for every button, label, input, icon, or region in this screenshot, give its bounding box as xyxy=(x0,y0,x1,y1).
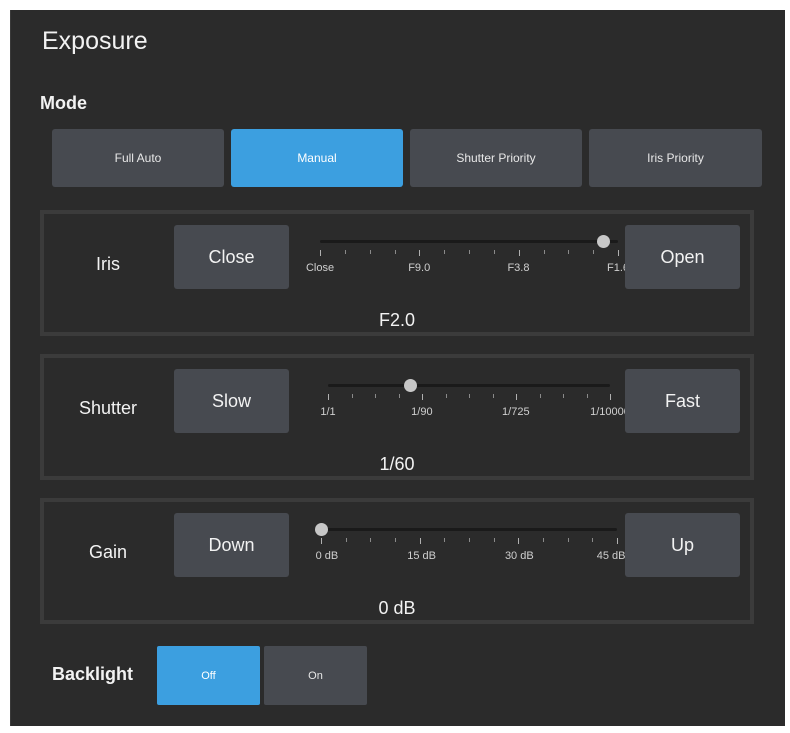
slider-tick xyxy=(617,538,618,544)
iris-close-button[interactable]: Close xyxy=(174,225,289,289)
mode-label: Mode xyxy=(40,93,87,113)
shutter-tick-label: 1/10000 xyxy=(590,406,630,418)
iris-open-button[interactable]: Open xyxy=(625,225,740,289)
slider-tick xyxy=(375,394,376,398)
slider-tick xyxy=(345,538,347,542)
backlight-off-button[interactable]: Off xyxy=(157,646,260,705)
shutter-slider-ticks xyxy=(328,394,611,400)
shutter-value: 1/60 xyxy=(379,454,415,474)
slider-tick xyxy=(398,394,400,398)
iris-group: Iris Close Close F9.0 F3.8 F1.6 Open F2.… xyxy=(40,210,754,336)
slider-tick xyxy=(618,250,619,256)
iris-tick-label: Close xyxy=(305,262,335,274)
slider-tick xyxy=(419,250,421,256)
backlight-label: Backlight xyxy=(52,664,134,684)
gain-slider-track xyxy=(321,528,617,531)
slider-tick xyxy=(395,538,396,542)
slider-tick xyxy=(320,250,321,256)
slider-tick xyxy=(492,394,494,398)
shutter-label: Shutter xyxy=(78,398,138,418)
gain-slider-ticks xyxy=(321,538,618,544)
shutter-tick-label: 1/725 xyxy=(502,406,530,418)
gain-down-button[interactable]: Down xyxy=(174,513,289,577)
iris-tick-label: F9.0 xyxy=(408,262,431,274)
iris-value: F2.0 xyxy=(378,310,416,330)
mode-manual-button[interactable]: Manual xyxy=(231,129,403,187)
backlight-on-button[interactable]: On xyxy=(264,646,367,705)
slider-tick xyxy=(563,394,564,398)
slider-tick xyxy=(321,538,322,544)
slider-tick xyxy=(543,250,545,254)
slider-tick xyxy=(469,394,470,398)
slider-tick xyxy=(344,250,346,254)
gain-tick-label: 15 dB xyxy=(407,550,436,562)
iris-label: Iris xyxy=(96,254,120,274)
shutter-group: Shutter Slow 1/1 1/90 1/725 1/10000 Fast… xyxy=(40,354,754,480)
slider-tick xyxy=(328,394,329,400)
slider-tick xyxy=(539,394,541,398)
shutter-slow-button[interactable]: Slow xyxy=(174,369,289,433)
shutter-slider[interactable]: 1/1 1/90 1/725 1/10000 xyxy=(320,379,630,420)
gain-value: 0 dB xyxy=(378,598,416,618)
slider-tick xyxy=(370,538,372,542)
gain-slider[interactable]: 0 dB 15 dB 30 dB 45 dB xyxy=(315,523,625,564)
mode-full-auto-button[interactable]: Full Auto xyxy=(52,129,224,187)
mode-shutter-priority-button[interactable]: Shutter Priority xyxy=(410,129,582,187)
panel-title: Exposure xyxy=(42,27,148,55)
slider-tick xyxy=(543,538,544,542)
slider-tick xyxy=(445,394,447,398)
slider-tick xyxy=(567,538,569,542)
slider-tick xyxy=(593,250,595,254)
slider-tick xyxy=(493,250,495,254)
slider-tick xyxy=(568,250,570,254)
slider-tick xyxy=(422,394,423,400)
slider-tick xyxy=(586,394,588,398)
slider-tick xyxy=(469,538,470,542)
mode-iris-priority-button[interactable]: Iris Priority xyxy=(589,129,762,187)
shutter-slider-track xyxy=(328,384,610,387)
iris-tick-label: F3.8 xyxy=(507,262,530,274)
gain-tick-label: 0 dB xyxy=(315,550,339,562)
slider-tick xyxy=(516,394,517,400)
shutter-slider-thumb[interactable] xyxy=(403,379,417,392)
slider-tick xyxy=(444,538,446,542)
gain-tick-label: 45 dB xyxy=(596,550,626,562)
slider-tick xyxy=(419,538,421,544)
slider-tick xyxy=(394,250,396,254)
slider-tick xyxy=(369,250,371,254)
shutter-tick-label: 1/90 xyxy=(411,406,433,418)
slider-tick xyxy=(469,250,470,254)
iris-slider-ticks xyxy=(320,250,619,256)
shutter-fast-button[interactable]: Fast xyxy=(625,369,740,433)
slider-tick xyxy=(518,538,520,544)
iris-slider-track xyxy=(320,240,618,243)
gain-tick-label: 30 dB xyxy=(504,550,534,562)
slider-tick xyxy=(351,394,353,398)
slider-tick xyxy=(610,394,611,400)
gain-up-button[interactable]: Up xyxy=(625,513,740,577)
gain-group: Gain Down 0 dB 15 dB 30 dB 45 dB Up 0 dB xyxy=(40,498,754,624)
shutter-tick-label: 1/1 xyxy=(320,406,336,418)
gain-slider-thumb[interactable] xyxy=(315,523,328,536)
iris-slider-thumb[interactable] xyxy=(597,235,611,248)
gain-label: Gain xyxy=(88,542,128,562)
slider-tick xyxy=(493,538,495,542)
slider-tick xyxy=(518,250,520,256)
iris-slider[interactable]: Close F9.0 F3.8 F1.6 xyxy=(306,235,629,276)
slider-tick xyxy=(592,538,594,542)
slider-tick xyxy=(444,250,446,254)
